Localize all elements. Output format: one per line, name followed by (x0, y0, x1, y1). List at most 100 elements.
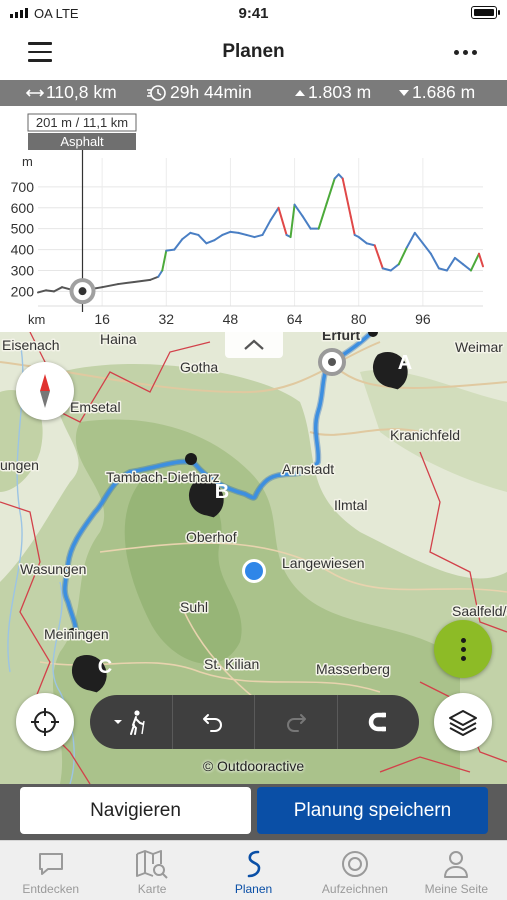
elevation-line-segment (213, 233, 224, 242)
distance-icon (26, 88, 44, 97)
tooltip-surface: Asphalt (60, 134, 104, 149)
stat-duration-value: 29h 44min (170, 82, 252, 102)
place-label: Gotha (180, 359, 218, 375)
place-label: Suhl (180, 599, 208, 615)
layers-icon (449, 710, 477, 736)
elevation-line-segment (197, 233, 208, 245)
cursor-center (78, 287, 87, 296)
route-options-button[interactable] (434, 620, 492, 678)
elevation-line-segment (149, 275, 160, 281)
place-label: Wasungen (20, 561, 86, 577)
map-layers-button[interactable] (434, 693, 492, 751)
elevation-line-segment (181, 231, 192, 241)
elevation-line-segment (189, 231, 200, 236)
descent-icon (399, 89, 409, 96)
y-tick-label: 400 (11, 242, 35, 258)
elevation-line-segment (453, 256, 464, 266)
y-tick-label: 500 (11, 221, 35, 237)
elevation-profile-chart[interactable]: 200 300 400 500 600 700 16 32 48 64 80 96 m km 201… (0, 106, 507, 332)
elevation-line-segment (429, 252, 440, 270)
compass-icon (40, 374, 50, 408)
elevation-line-segment (277, 206, 288, 236)
waypoint-label: A (398, 352, 412, 374)
elevation-line-segment (261, 219, 272, 236)
save-plan-button[interactable]: Planung speichern (257, 787, 488, 834)
status-time: 9:41 (238, 5, 269, 22)
route-edit-toolbar (90, 695, 419, 749)
battery-icon (471, 6, 500, 19)
map-copyright: © Outdooractive (202, 758, 305, 774)
elevation-line-segment (413, 231, 424, 245)
x-tick-label: 96 (415, 311, 431, 327)
map-search-icon (136, 850, 168, 879)
elevation-line-segment (301, 215, 312, 230)
more-dots-icon[interactable] (454, 50, 477, 55)
compass-button[interactable] (16, 362, 74, 420)
redo-button[interactable] (254, 695, 337, 749)
clock-icon (147, 84, 166, 101)
place-label: Haina (100, 332, 137, 347)
elevation-line-segment (405, 231, 416, 249)
x-tick-label: 64 (287, 311, 303, 327)
ascent-icon (295, 89, 305, 96)
route-stats-bar: 110,8 km 29h 44min 1.803 m 1.686 m (0, 80, 507, 106)
collapse-profile-button[interactable] (225, 332, 283, 358)
stat-ascent-value: 1.803 m (308, 82, 372, 102)
undo-button[interactable] (171, 695, 255, 749)
elevation-line-segment (389, 263, 400, 272)
person-icon (444, 851, 469, 878)
waypoint-label: C (98, 656, 112, 678)
undo-icon (203, 714, 223, 732)
place-label: Saalfeld/Sa (452, 603, 507, 619)
elevation-line-segment (205, 239, 216, 245)
hamburger-icon[interactable] (28, 42, 52, 62)
snap-to-path-button[interactable] (336, 695, 420, 749)
elevation-line-segment (117, 280, 136, 286)
elevation-line-segment (293, 203, 304, 218)
elevation-line-segment (289, 203, 296, 239)
elevation-line-segment (173, 238, 184, 251)
place-label: Oberhof (186, 529, 237, 545)
place-label: St. Kilian (204, 656, 259, 672)
elevation-line-segment (45, 289, 56, 293)
stat-distance-value: 110,8 km (46, 82, 117, 102)
chat-bubble-icon (38, 853, 63, 875)
activity-mode-button[interactable] (90, 695, 172, 749)
elevation-line-segment (133, 278, 152, 283)
y-axis-unit: m (22, 154, 33, 169)
top-app-bar: Planen (0, 28, 507, 80)
y-tick-label: 700 (11, 179, 35, 195)
stat-ascent: 1.803 m (294, 82, 371, 103)
place-label: Kranichfeld (390, 427, 460, 443)
elevation-line-segment (101, 283, 120, 289)
place-label: Erfurt (322, 332, 360, 343)
place-label: Langewiesen (282, 555, 365, 571)
x-tick-label: 32 (158, 311, 174, 327)
elevation-line-segment (445, 256, 456, 272)
tab-karte[interactable]: Karte (101, 841, 202, 900)
tab-entdecken[interactable]: Entdecken (0, 841, 101, 900)
x-tick-label: 16 (94, 311, 110, 327)
tab-planen[interactable]: Planen (203, 841, 304, 900)
elevation-line-segment (61, 286, 72, 291)
locate-me-button[interactable] (16, 693, 74, 751)
elevation-line-segment (237, 231, 248, 236)
chevron-up-icon (244, 339, 264, 350)
tab-label: Meine Seite (424, 882, 489, 896)
elevation-line-segment (269, 206, 280, 222)
place-label: Meiningen (44, 626, 109, 642)
route-point-b-dot[interactable] (185, 453, 197, 465)
place-label: Tambach-Dietharz (106, 469, 220, 485)
place-label: Masserberg (316, 661, 390, 677)
tab-aufzeichnen[interactable]: Aufzeichnen (304, 841, 405, 900)
tab-label: Karte (137, 882, 167, 896)
elevation-line-segment (253, 233, 264, 239)
tab-label: Entdecken (22, 882, 80, 896)
tab-meine-seite[interactable]: Meine Seite (406, 841, 507, 900)
stat-distance: 110,8 km (26, 82, 117, 103)
navigate-button[interactable]: Navigieren (20, 787, 251, 834)
stat-descent-value: 1.686 m (412, 82, 476, 102)
profile-cursor-dot[interactable] (69, 278, 96, 305)
elevation-line-segment (165, 248, 176, 252)
tab-label: Planen (234, 882, 273, 896)
